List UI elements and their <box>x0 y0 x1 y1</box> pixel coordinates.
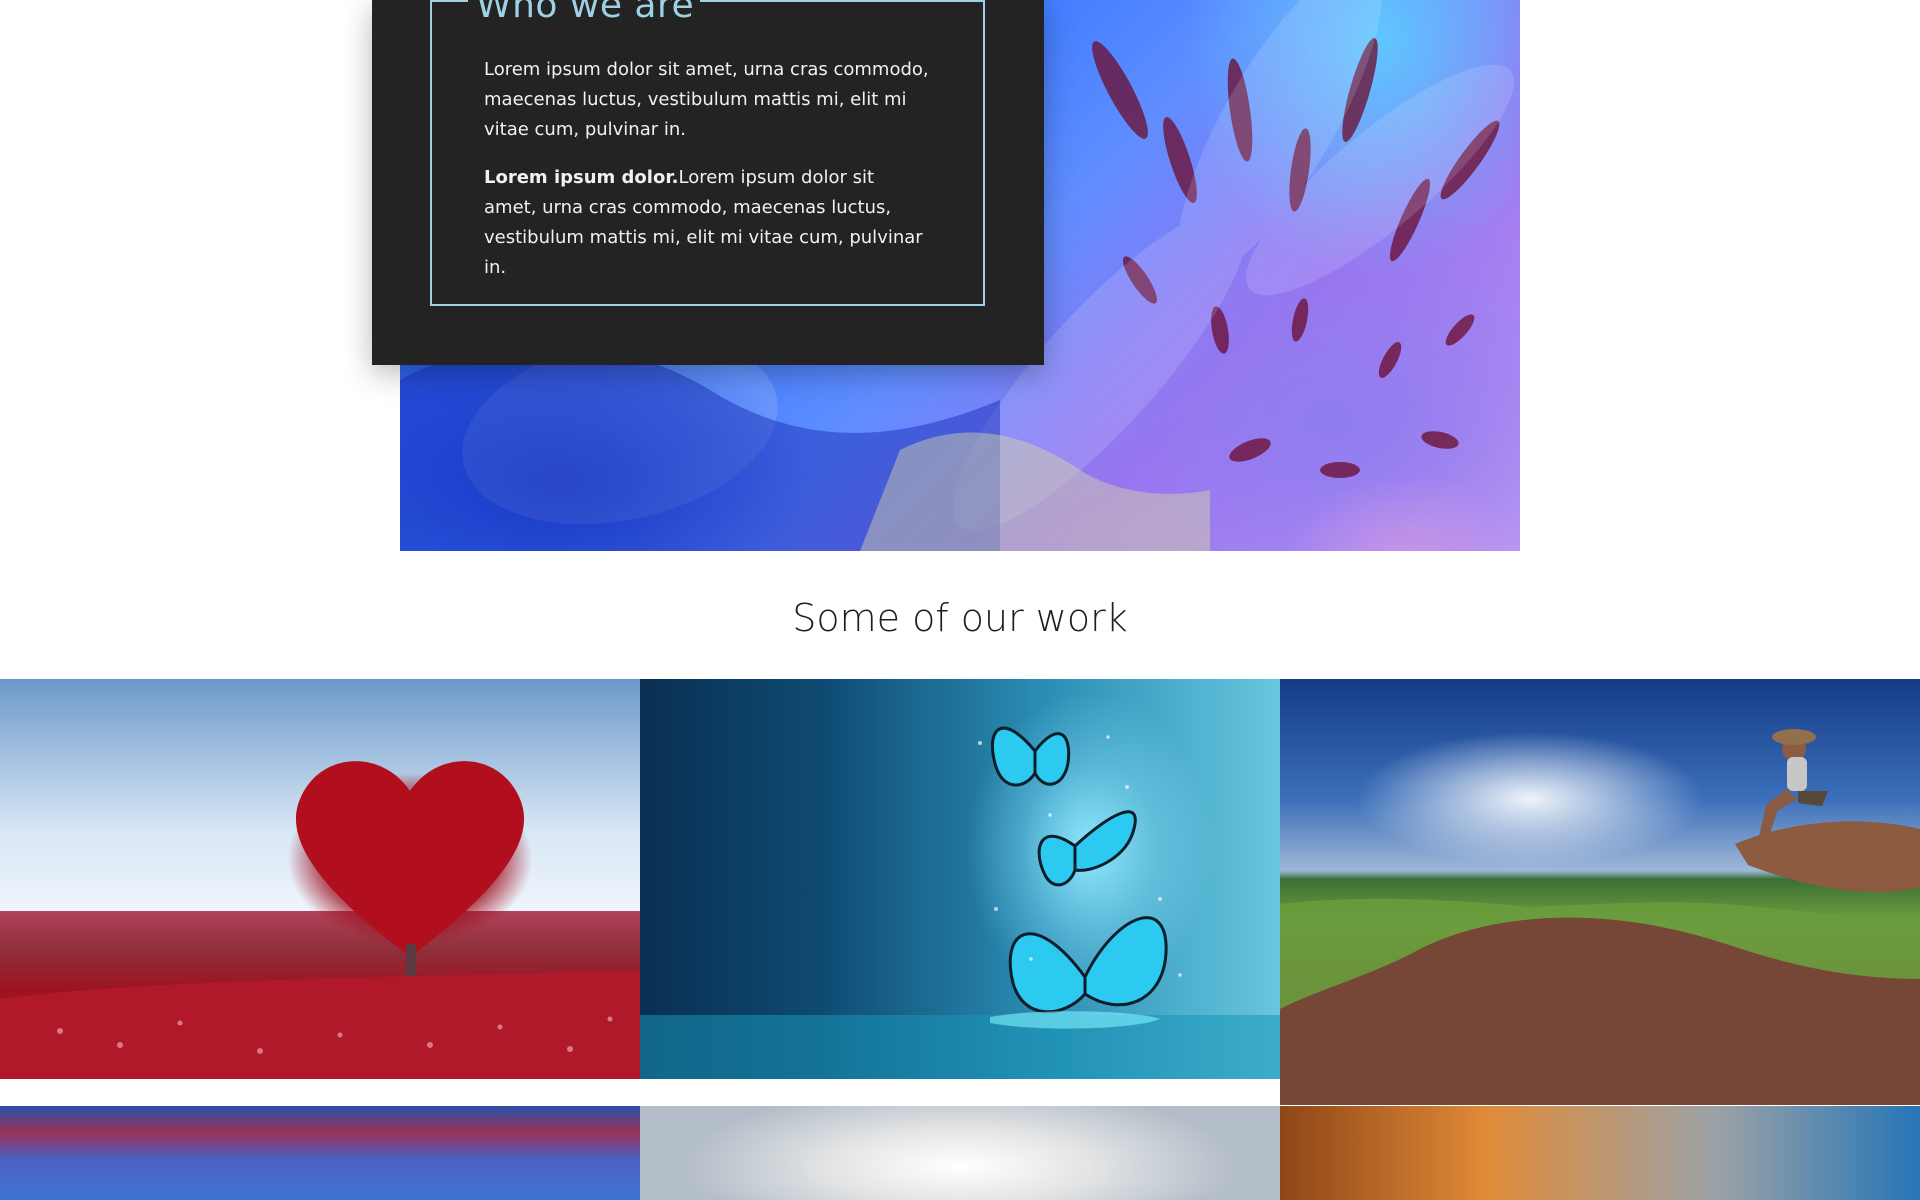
gallery-item-butterflies[interactable] <box>640 679 1280 1079</box>
gallery-item-sunset-sky[interactable] <box>0 1106 640 1200</box>
heart-tree-image <box>0 761 640 1079</box>
about-text: Lorem ipsum dolor sit amet, urna cras co… <box>484 55 932 301</box>
butterflies-image <box>640 726 1280 1079</box>
about-paragraph-2: Lorem ipsum dolor.Lorem ipsum dolor sit … <box>484 163 932 283</box>
about-paragraph-2-bold: Lorem ipsum dolor. <box>484 167 679 188</box>
work-gallery <box>0 679 1920 1200</box>
about-title: Who we are <box>476 0 695 26</box>
about-card: Who we are Lorem ipsum dolor sit amet, u… <box>372 0 1044 365</box>
gallery-item-heart-tree[interactable] <box>0 679 640 1079</box>
about-frame-top-right <box>700 0 985 2</box>
about-frame-top-left <box>430 0 468 2</box>
gallery-item-clouds[interactable] <box>640 1106 1280 1200</box>
gallery-item-orange-sky[interactable] <box>1280 1106 1920 1200</box>
gallery-item-cliff-traveler[interactable] <box>1280 679 1920 1105</box>
work-section-heading: Some of our work <box>792 596 1128 640</box>
cliff-traveler-image <box>1280 729 1920 1105</box>
gallery-gap <box>0 1079 1280 1106</box>
about-paragraph-1: Lorem ipsum dolor sit amet, urna cras co… <box>484 59 929 140</box>
